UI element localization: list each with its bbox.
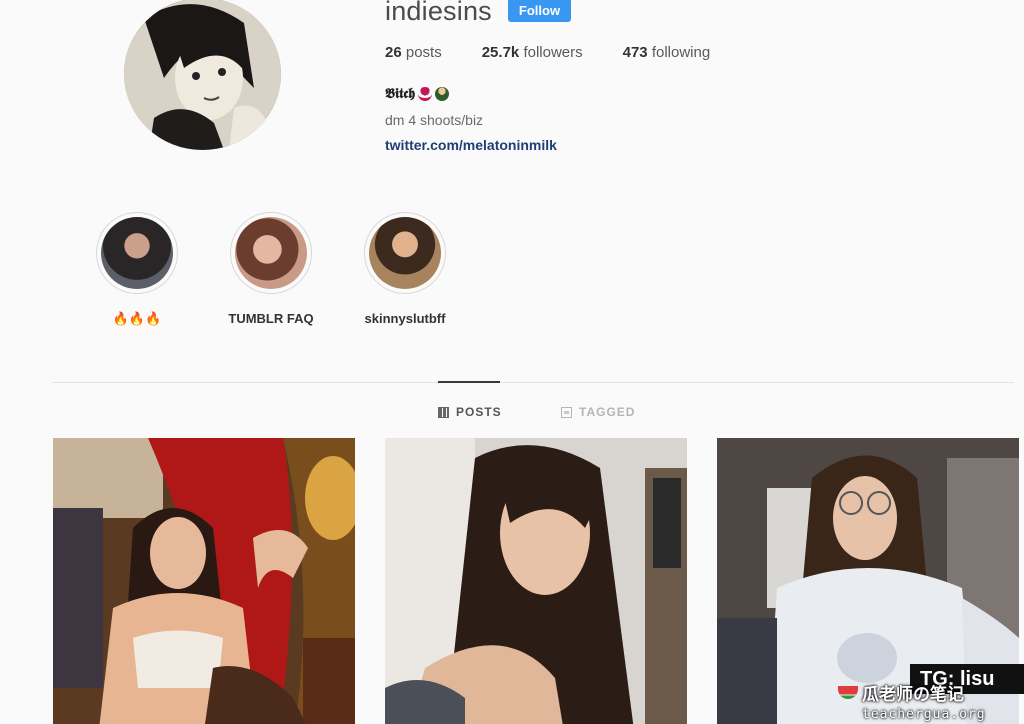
tab-posts-label: POSTS bbox=[456, 405, 502, 419]
highlight-cover-image bbox=[235, 217, 307, 289]
following-count: 473 bbox=[622, 44, 648, 61]
tag-icon bbox=[561, 406, 572, 418]
profile-stats: 26 posts 25.7k followers 473 following bbox=[385, 44, 750, 61]
tab-tagged[interactable]: TAGGED bbox=[561, 405, 635, 419]
post-image bbox=[385, 438, 687, 724]
post-thumbnail[interactable] bbox=[53, 438, 355, 724]
highlight-cover-image bbox=[101, 217, 173, 289]
watermark-title: 瓜老师の笔记 bbox=[862, 685, 964, 704]
watermark: 瓜老师の笔记 teachergua.org bbox=[838, 680, 986, 722]
highlight-label: TUMBLR FAQ bbox=[228, 311, 314, 326]
watermark-url: teachergua.org bbox=[862, 707, 986, 722]
bio-name: 𝕭𝖎𝖙𝖈𝖍 bbox=[385, 86, 450, 102]
highlight-skinnyslutbff[interactable]: skinnyslutbff bbox=[360, 212, 450, 326]
highlight-label: 🔥🔥🔥 bbox=[112, 311, 162, 326]
profile-avatar[interactable] bbox=[124, 0, 281, 150]
highlight-fire[interactable]: 🔥🔥🔥 bbox=[92, 212, 182, 327]
bio-text: dm 4 shoots/biz bbox=[385, 112, 484, 128]
bio-name-text: 𝕭𝖎𝖙𝖈𝖍 bbox=[385, 86, 416, 102]
bio-link[interactable]: twitter.com/melatoninmilk bbox=[385, 137, 557, 153]
tab-posts[interactable]: POSTS bbox=[438, 405, 502, 419]
posts-count: 26 bbox=[385, 44, 402, 61]
followers-label: followers bbox=[523, 44, 583, 61]
post-thumbnail[interactable] bbox=[385, 438, 687, 724]
tabs-divider bbox=[52, 382, 1014, 383]
watermelon-icon bbox=[838, 686, 858, 699]
posts-stat[interactable]: 26 posts bbox=[385, 44, 442, 61]
tab-tagged-label: TAGGED bbox=[579, 405, 636, 419]
follow-button[interactable]: Follow bbox=[508, 0, 571, 22]
active-tab-indicator bbox=[438, 381, 500, 383]
post-image bbox=[53, 438, 355, 724]
highlight-label: skinnyslutbff bbox=[364, 311, 446, 326]
highlight-cover bbox=[230, 212, 312, 294]
posts-label: posts bbox=[405, 44, 442, 61]
wine-glass-emoji-icon bbox=[418, 87, 433, 101]
following-stat[interactable]: 473 following bbox=[623, 44, 711, 61]
highlight-cover bbox=[364, 212, 446, 294]
following-label: following bbox=[651, 44, 711, 61]
avatar-illustration bbox=[124, 0, 281, 150]
highlight-cover bbox=[96, 212, 178, 294]
highlight-cover-image bbox=[369, 217, 441, 289]
grid-icon bbox=[438, 406, 449, 418]
profile-username: indiesins bbox=[385, 0, 492, 26]
highlight-tumblr-faq[interactable]: TUMBLR FAQ bbox=[226, 212, 316, 326]
followers-stat[interactable]: 25.7k followers bbox=[482, 44, 583, 61]
followers-count: 25.7k bbox=[481, 44, 520, 61]
woman-emoji-icon bbox=[435, 87, 450, 101]
